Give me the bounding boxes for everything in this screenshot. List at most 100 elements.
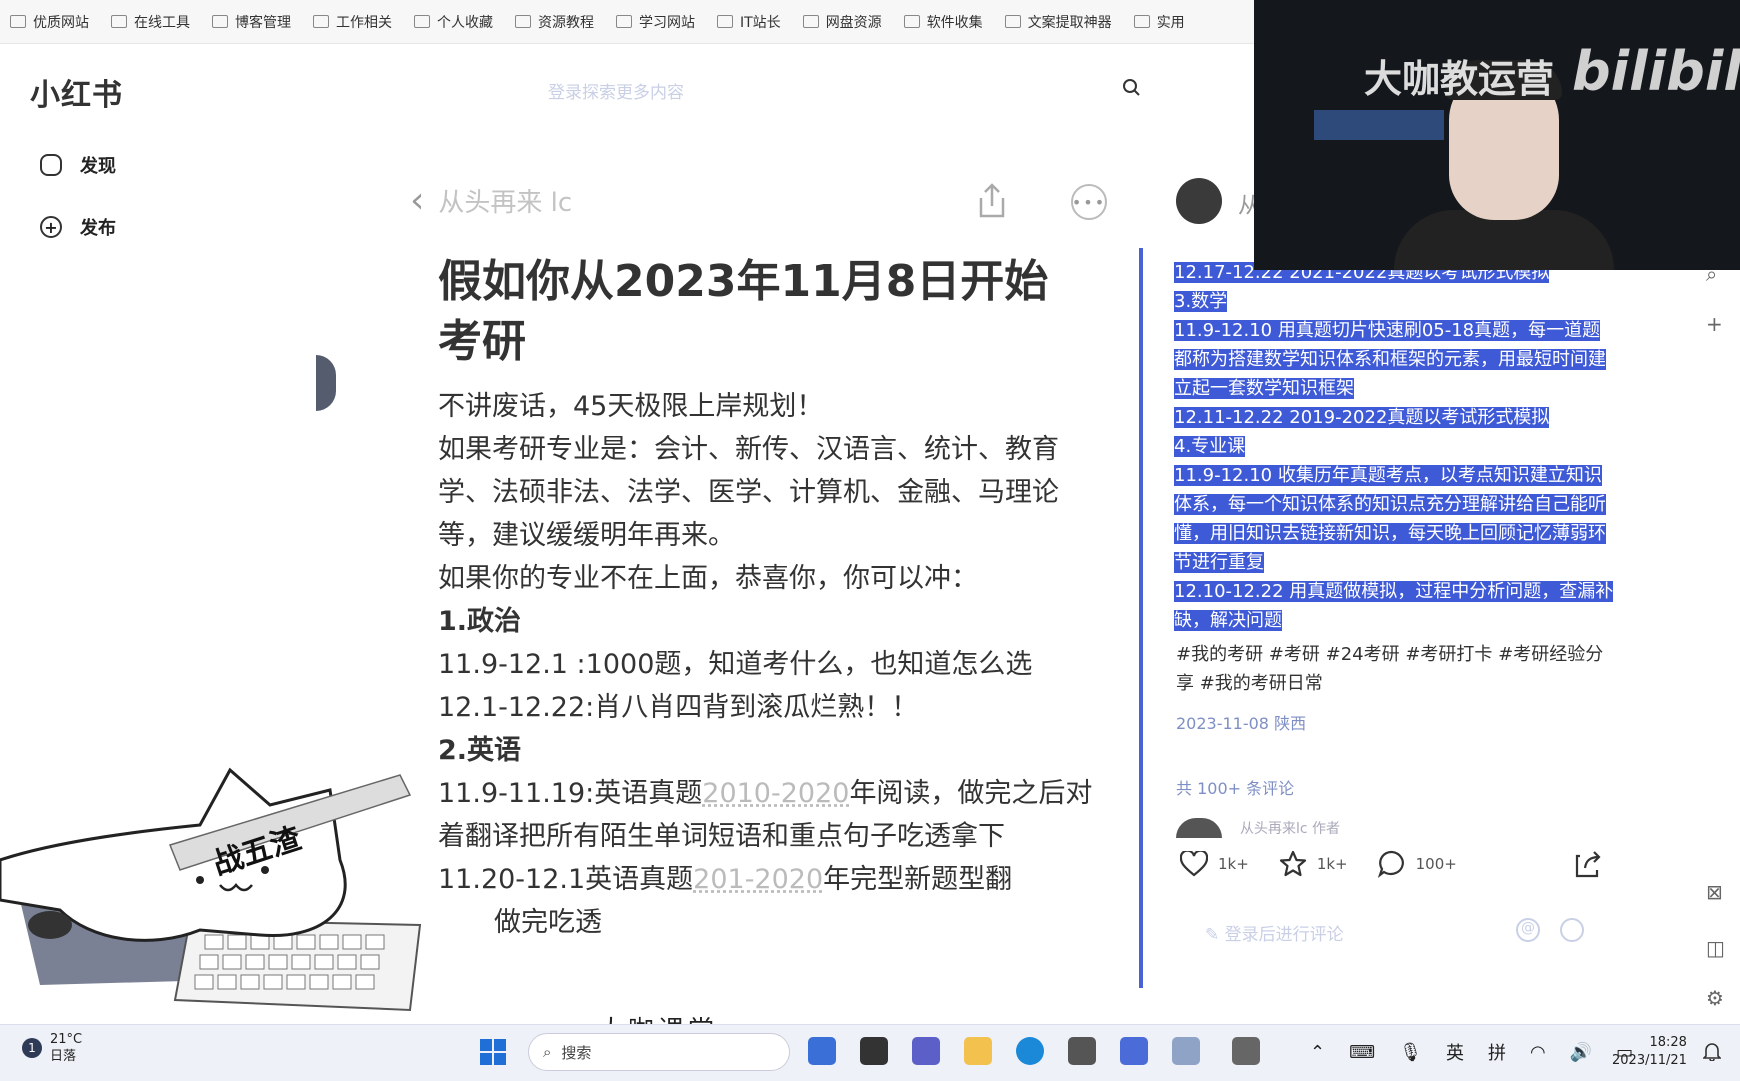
bookmark-item[interactable]: 网盘资源 — [802, 12, 882, 32]
chevron-up-icon[interactable]: ⌃ — [1310, 1042, 1325, 1063]
weather-condition: 日落 — [50, 1049, 77, 1064]
folder-icon — [1004, 15, 1021, 28]
plus-icon: + — [40, 216, 62, 238]
ime-language[interactable]: 英 — [1446, 1039, 1464, 1065]
comment-button[interactable]: 100+ — [1377, 850, 1457, 878]
note-tags[interactable]: #我的考研 #考研 #24考研 #考研打卡 #考研经验分享 #我的考研日常 — [1176, 640, 1616, 698]
note-line: 不讲废话，45天极限上岸规划！ — [438, 391, 824, 422]
teams-icon[interactable] — [912, 1037, 940, 1065]
share-icon[interactable] — [975, 182, 1009, 220]
at-mention-icon[interactable]: @ — [1516, 918, 1540, 942]
bilibili-logo: bilibili — [1572, 40, 1740, 103]
wifi-icon[interactable]: ◠ — [1530, 1042, 1546, 1063]
taskbar-app-icon[interactable] — [1120, 1037, 1148, 1065]
bookmark-item[interactable]: 优质网站 — [10, 12, 89, 32]
split-screen-icon[interactable]: ◫ — [1706, 936, 1725, 960]
input-tool-icon[interactable]: ⌨ — [1349, 1042, 1375, 1063]
taskbar-app-icon[interactable] — [1232, 1037, 1260, 1065]
weather-widget[interactable]: 1 21°C 日落 — [22, 1031, 82, 1065]
ime-mode[interactable]: 拼 — [1488, 1039, 1506, 1065]
watermark-text: 大咖教运营 — [1364, 57, 1555, 101]
bookmark-label: IT站长 — [740, 14, 781, 31]
search-icon[interactable] — [1122, 78, 1140, 96]
taskbar-app-icon[interactable] — [808, 1037, 836, 1065]
bookmark-label: 学习网站 — [639, 14, 695, 31]
emoji-icon[interactable] — [1560, 918, 1584, 942]
note-line: 12.1-12.22:肖八肖四背到滚瓜烂熟！！ — [438, 692, 919, 723]
highlight-line: 12.10-12.22 用真题做模拟，过程中分析问题，查漏补缺，解决问题 — [1174, 581, 1614, 631]
collect-button[interactable]: 1k+ — [1279, 850, 1348, 878]
text-selection-caret — [1139, 248, 1143, 988]
comment-input[interactable]: ✎ 登录后进行评论 — [1205, 920, 1344, 945]
comment-count-short: 100+ — [1415, 855, 1457, 873]
comment-placeholder: 登录后进行评论 — [1224, 925, 1344, 945]
settings-gear-icon[interactable]: ⚙ — [1706, 986, 1724, 1010]
highlighted-note-text: 12.17-12.22 2021-2022真题以考试形式模拟 3.数学 11.9… — [1174, 258, 1614, 635]
sidebar-item-discover[interactable]: 发现 — [40, 152, 116, 178]
taskbar-app-icon[interactable] — [1172, 1037, 1200, 1065]
folder-icon — [10, 15, 26, 28]
highlight-line: 4.专业课 — [1174, 436, 1246, 457]
bookmark-item[interactable]: 工作相关 — [313, 12, 392, 32]
bookmark-item[interactable]: 个人收藏 — [414, 12, 493, 32]
notification-bell-icon[interactable] — [1703, 1041, 1721, 1061]
avatar[interactable] — [1176, 178, 1222, 224]
taskbar-app-icon[interactable] — [1068, 1037, 1096, 1065]
taskbar-search[interactable]: ⌕ 搜索 — [528, 1033, 790, 1071]
comment-icon — [1377, 850, 1404, 878]
sidebar-item-label: 发布 — [80, 218, 116, 239]
folder-icon — [111, 15, 127, 28]
note-line: 如果考研专业是：会计、新传、汉语言、统计、教育学、法硕非法、法学、医学、计算机、… — [438, 434, 1059, 551]
cat-typing-sticker: 战五渣 — [0, 767, 422, 1012]
file-explorer-icon[interactable] — [964, 1037, 992, 1065]
search-input[interactable]: 登录探索更多内容 — [548, 78, 684, 103]
bookmark-item[interactable]: 资源教程 — [515, 12, 594, 32]
year-range-link[interactable]: 201-2020 — [693, 864, 823, 895]
highlight-line: 11.9-12.10 收集历年真题考点，以考点知识建立知识体系，每一个知识体系的… — [1174, 465, 1606, 573]
engagement-bar: 1k+ 1k+ 100+ — [1180, 850, 1487, 878]
more-icon[interactable]: ••• — [1071, 184, 1107, 220]
note-header: ‹ 从头再来 lc — [410, 180, 572, 221]
app-logo[interactable]: 小红书 — [30, 70, 123, 114]
folder-icon — [515, 15, 531, 28]
clock-date: 2023/11/21 — [1612, 1053, 1687, 1068]
back-arrow-icon[interactable]: ‹ — [410, 180, 424, 221]
note-author[interactable]: 从头再来 lc — [438, 182, 572, 219]
bookmark-item[interactable]: 实用 — [1133, 12, 1185, 32]
sidebar-item-publish[interactable]: + 发布 — [40, 214, 116, 240]
bookmark-item[interactable]: IT站长 — [717, 12, 781, 32]
note-text: 年完型新题型翻 — [823, 864, 1013, 895]
section-heading: 1.政治 — [438, 606, 522, 637]
bookmark-item[interactable]: 博客管理 — [212, 12, 291, 32]
folder-icon — [1133, 15, 1150, 28]
edge-browser-icon[interactable] — [1016, 1037, 1044, 1065]
commenter-name[interactable]: 从头再来lc 作者 — [1240, 818, 1340, 838]
volume-icon[interactable]: 🔊 — [1570, 1042, 1592, 1063]
like-button[interactable]: 1k+ — [1180, 851, 1249, 877]
bookmark-label: 博客管理 — [235, 14, 291, 31]
note-text: 11.20-12.1英语真题 — [438, 864, 694, 895]
webcam-overlay: 大咖教运营 bilibili — [1254, 0, 1740, 270]
bookmark-label: 文案提取神器 — [1027, 14, 1112, 31]
windows-start-icon[interactable] — [480, 1039, 506, 1065]
carousel-prev-handle[interactable] — [316, 355, 336, 411]
taskbar-app-icon[interactable] — [860, 1037, 888, 1065]
note-line: 做完吃透 — [494, 907, 602, 938]
note-line: 如果你的专业不在上面，恭喜你，你可以冲： — [438, 563, 978, 594]
bookmark-item[interactable]: 学习网站 — [616, 12, 695, 32]
taskbar-clock[interactable]: 18:28 2023/11/21 — [1612, 1034, 1687, 1070]
bookmark-item[interactable]: 文案提取神器 — [1004, 12, 1112, 32]
bookmark-item[interactable]: 在线工具 — [111, 12, 190, 32]
microphone-icon[interactable]: 🎙 — [1399, 1042, 1422, 1063]
year-range-link[interactable]: 2010-2020 — [702, 778, 849, 809]
share-icon[interactable] — [1574, 850, 1602, 878]
bookmark-label: 资源教程 — [538, 14, 594, 31]
note-date: 2023-11-08 陕西 — [1176, 714, 1307, 733]
background-shelf — [1314, 110, 1444, 140]
commenter-avatar[interactable] — [1176, 818, 1222, 838]
add-icon[interactable]: + — [1706, 312, 1723, 336]
folder-icon — [414, 15, 430, 28]
folder-icon — [717, 15, 733, 28]
bookmark-item[interactable]: 软件收集 — [903, 12, 983, 32]
screenshot-icon[interactable]: ⊠ — [1706, 880, 1723, 904]
